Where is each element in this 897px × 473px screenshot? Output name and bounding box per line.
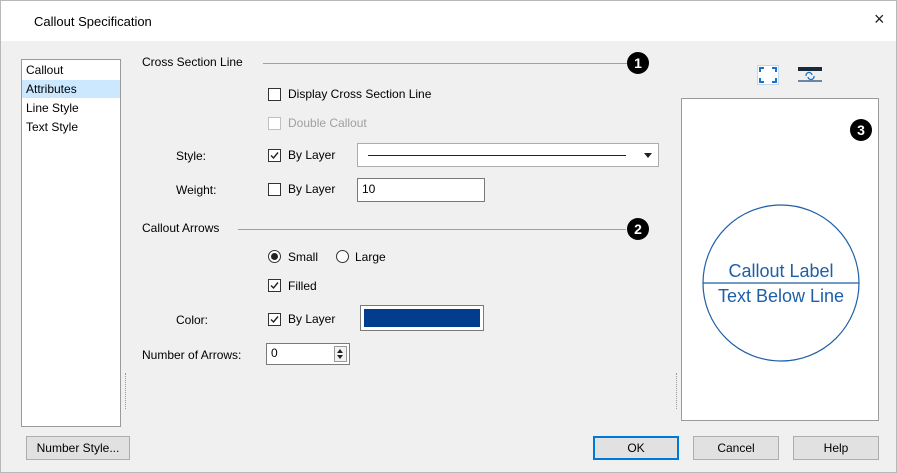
style-label: Style:	[176, 149, 207, 163]
callout-arrows-heading: Callout Arrows	[142, 221, 220, 235]
line-style-preview	[368, 155, 626, 156]
title-bar: Callout Specification ×	[1, 1, 896, 41]
ok-button[interactable]: OK	[593, 436, 679, 460]
arrow-color-swatch[interactable]	[360, 305, 484, 331]
double-callout-label: Double Callout	[288, 116, 367, 130]
color-by-layer-label: By Layer	[288, 312, 336, 326]
splitter-grip[interactable]	[125, 373, 128, 409]
splitter-grip[interactable]	[676, 373, 679, 409]
small-arrow-radio[interactable]	[268, 250, 281, 263]
sidebar-item-callout[interactable]: Callout	[22, 61, 120, 79]
cross-section-divider	[263, 63, 627, 64]
callout-badge-1: 1	[627, 52, 649, 74]
swap-view-icon[interactable]	[797, 65, 823, 85]
cancel-button[interactable]: Cancel	[693, 436, 779, 460]
line-style-dropdown[interactable]	[357, 143, 659, 167]
number-of-arrows-label: Number of Arrows:	[142, 348, 242, 362]
callout-label-text: Callout Label	[728, 261, 833, 281]
style-by-layer-checkbox[interactable]	[268, 149, 281, 162]
number-of-arrows-value: 0	[271, 346, 278, 360]
callout-arrows-divider	[238, 229, 626, 230]
callout-specification-dialog: Callout Specification × Callout Attribut…	[0, 0, 897, 473]
filled-label: Filled	[288, 279, 317, 293]
display-cross-section-label: Display Cross Section Line	[288, 87, 432, 101]
large-arrow-label: Large	[355, 250, 386, 264]
spinner-down-icon[interactable]	[337, 355, 343, 359]
filled-checkbox[interactable]	[268, 279, 281, 292]
large-arrow-radio[interactable]	[336, 250, 349, 263]
checkmark-icon	[270, 152, 279, 160]
color-by-layer-checkbox[interactable]	[268, 313, 281, 326]
color-label: Color:	[176, 313, 209, 327]
sidebar-item-text-style[interactable]: Text Style	[22, 118, 120, 136]
number-style-button[interactable]: Number Style...	[26, 436, 130, 460]
sidebar-item-line-style[interactable]: Line Style	[22, 99, 120, 117]
callout-preview-drawing: Callout Label Text Below Line	[702, 204, 860, 362]
callout-badge-3: 3	[850, 119, 872, 141]
weight-label: Weight:	[176, 183, 217, 197]
radio-selected-dot	[271, 253, 278, 260]
help-button[interactable]: Help	[793, 436, 879, 460]
number-of-arrows-field[interactable]: 0	[266, 343, 350, 365]
checkmark-icon	[270, 316, 279, 324]
weight-by-layer-label: By Layer	[288, 182, 336, 196]
callout-preview-pane: Callout Label Text Below Line	[681, 98, 879, 421]
fit-view-icon[interactable]	[757, 65, 779, 85]
sidebar-item-attributes[interactable]: Attributes	[22, 80, 120, 98]
dialog-title: Callout Specification	[34, 14, 152, 29]
weight-input[interactable]: 10	[357, 178, 485, 202]
weight-by-layer-checkbox[interactable]	[268, 183, 281, 196]
number-of-arrows-spinner[interactable]	[334, 346, 347, 362]
callout-badge-2: 2	[627, 218, 649, 240]
style-by-layer-label: By Layer	[288, 148, 336, 162]
checkmark-icon	[270, 282, 279, 290]
display-cross-section-checkbox[interactable]	[268, 88, 281, 101]
small-arrow-label: Small	[288, 250, 319, 264]
chevron-down-icon	[644, 153, 652, 158]
text-below-line: Text Below Line	[718, 286, 844, 306]
category-list: Callout Attributes Line Style Text Style	[21, 59, 121, 427]
arrow-color-fill	[364, 309, 480, 327]
double-callout-checkbox[interactable]	[268, 117, 281, 130]
cross-section-heading: Cross Section Line	[142, 55, 243, 69]
close-icon[interactable]: ×	[874, 10, 885, 28]
spinner-up-icon[interactable]	[337, 349, 343, 353]
